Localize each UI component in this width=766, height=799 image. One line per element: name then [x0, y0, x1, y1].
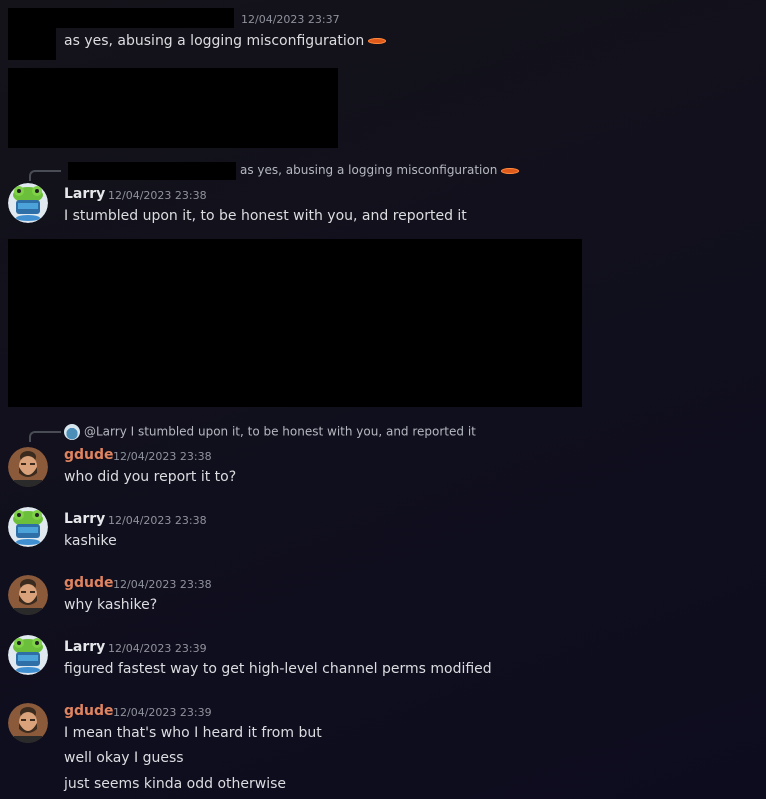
message-text: who did you report it to? [64, 469, 237, 485]
username-larry[interactable]: Larry [64, 186, 105, 202]
orange-emoji-icon [501, 167, 520, 174]
reply-preview-text: as yes, abusing a logging misconfigurati… [240, 163, 498, 177]
reply-preview[interactable]: as yes, abusing a logging misconfigurati… [240, 163, 520, 177]
message-timestamp: 12/04/2023 23:38 [108, 514, 207, 527]
message-text: kashike [64, 533, 117, 549]
frog-avatar-icon[interactable] [8, 507, 48, 547]
message-line: just seems kinda odd otherwise [64, 776, 287, 792]
redacted-username [56, 8, 234, 28]
frog-avatar-icon[interactable] [8, 183, 48, 223]
message-text: figured fastest way to get high-level ch… [64, 661, 492, 677]
reply-connector [29, 431, 61, 442]
message-timestamp: 12/04/2023 23:38 [113, 578, 212, 591]
username-gdude[interactable]: gdude [64, 447, 114, 463]
message-text: as yes, abusing a logging misconfigurati… [64, 33, 387, 49]
username-gdude[interactable]: gdude [64, 575, 114, 591]
reply-preview-text: @Larry I stumbled upon it, to be honest … [84, 424, 476, 439]
username-larry[interactable]: Larry [64, 639, 105, 655]
redacted-attachment[interactable] [8, 68, 338, 148]
redacted-avatar [8, 8, 56, 60]
username-larry[interactable]: Larry [64, 511, 105, 527]
frog-avatar-icon[interactable] [8, 635, 48, 675]
username-gdude[interactable]: gdude [64, 703, 114, 719]
message-timestamp: 12/04/2023 23:39 [108, 642, 207, 655]
reply-connector [29, 170, 61, 181]
message-timestamp: 12/04/2023 23:38 [108, 189, 207, 202]
bearded-man-avatar-icon[interactable] [8, 575, 48, 615]
orange-emoji-icon [368, 38, 387, 44]
message-line: well okay I guess [64, 750, 184, 766]
message-text: I stumbled upon it, to be honest with yo… [64, 208, 467, 224]
redacted-reply-author [68, 162, 236, 180]
message-line: I mean that's who I heard it from but [64, 725, 322, 741]
message-body: as yes, abusing a logging misconfigurati… [64, 33, 365, 49]
bearded-man-avatar-icon[interactable] [8, 447, 48, 487]
redacted-attachment[interactable] [8, 239, 582, 407]
message-timestamp: 12/04/2023 23:38 [113, 450, 212, 463]
frog-avatar-icon [64, 424, 80, 440]
message-timestamp: 12/04/2023 23:39 [113, 706, 212, 719]
reply-preview[interactable]: @Larry I stumbled upon it, to be honest … [64, 424, 476, 440]
message-timestamp: 12/04/2023 23:37 [241, 13, 340, 26]
bearded-man-avatar-icon[interactable] [8, 703, 48, 743]
message-text: why kashike? [64, 597, 158, 613]
